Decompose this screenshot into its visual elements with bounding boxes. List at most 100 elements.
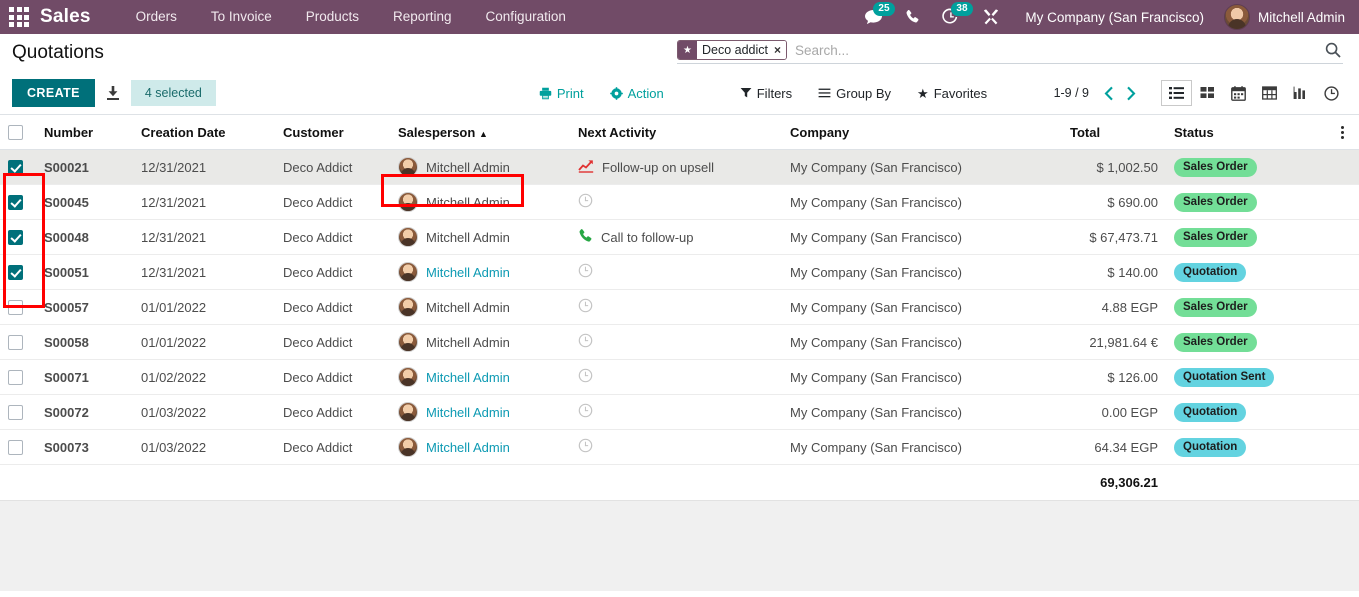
row-select-cell[interactable] xyxy=(0,360,36,395)
groupby-dropdown[interactable]: Group By xyxy=(805,86,904,101)
row-checkbox[interactable] xyxy=(8,335,23,350)
row-select-cell[interactable] xyxy=(0,395,36,430)
search-input[interactable] xyxy=(793,43,1323,58)
cell-next-activity[interactable]: Follow-up on upsell xyxy=(570,150,782,185)
cell-next-activity[interactable] xyxy=(570,255,782,290)
table-row[interactable]: S0005701/01/2022Deco AddictMitchell Admi… xyxy=(0,290,1359,325)
calendar-view-icon[interactable] xyxy=(1223,80,1254,107)
table-row[interactable]: S0004512/31/2021Deco AddictMitchell Admi… xyxy=(0,185,1359,220)
pager-value[interactable]: 1-9 / 9 xyxy=(1054,86,1097,100)
row-checkbox[interactable] xyxy=(8,440,23,455)
favorites-label: Favorites xyxy=(934,86,987,101)
kanban-view-icon[interactable] xyxy=(1192,80,1223,106)
row-select-cell[interactable] xyxy=(0,430,36,465)
tools-wrench-icon[interactable] xyxy=(971,0,1011,34)
cell-next-activity[interactable] xyxy=(570,185,782,220)
clock-icon[interactable] xyxy=(578,438,593,456)
table-row[interactable]: S0005801/01/2022Deco AddictMitchell Admi… xyxy=(0,325,1359,360)
table-row[interactable]: S0005112/31/2021Deco AddictMitchell Admi… xyxy=(0,255,1359,290)
menu-item-configuration[interactable]: Configuration xyxy=(469,0,583,34)
search-facet-deco-addict[interactable]: ★ Deco addict × xyxy=(677,40,787,60)
column-header-total[interactable]: Total xyxy=(1062,115,1166,150)
select-all-header xyxy=(0,115,36,150)
cell-next-activity[interactable] xyxy=(570,430,782,465)
clock-icon[interactable] xyxy=(578,403,593,421)
print-button[interactable]: Print xyxy=(526,86,597,101)
column-header-creation-date[interactable]: Creation Date xyxy=(133,115,275,150)
column-header-number[interactable]: Number xyxy=(36,115,133,150)
row-select-cell[interactable] xyxy=(0,185,36,220)
kebab-menu-icon[interactable] xyxy=(1334,126,1351,139)
table-row[interactable]: S0007201/03/2022Deco AddictMitchell Admi… xyxy=(0,395,1359,430)
row-select-cell[interactable] xyxy=(0,290,36,325)
row-checkbox[interactable] xyxy=(8,160,23,175)
messages-menu[interactable]: 25 xyxy=(853,0,894,34)
cell-next-activity[interactable] xyxy=(570,290,782,325)
row-select-cell[interactable] xyxy=(0,325,36,360)
clock-icon[interactable] xyxy=(578,298,593,316)
clock-icon[interactable] xyxy=(578,333,593,351)
column-header-next-activity[interactable]: Next Activity xyxy=(570,115,782,150)
pivot-view-icon[interactable] xyxy=(1254,80,1285,106)
cell-total: 64.34 EGP xyxy=(1062,430,1166,465)
apps-grid-icon[interactable] xyxy=(8,6,30,28)
menu-item-orders[interactable]: Orders xyxy=(119,0,194,34)
row-checkbox[interactable] xyxy=(8,265,23,280)
quotations-list-view: Number Creation Date Customer Salesperso… xyxy=(0,115,1359,591)
table-row[interactable]: S0007301/03/2022Deco AddictMitchell Admi… xyxy=(0,430,1359,465)
column-header-company[interactable]: Company xyxy=(782,115,1062,150)
menu-item-products[interactable]: Products xyxy=(289,0,376,34)
search-facet-remove-icon[interactable]: × xyxy=(773,41,786,59)
selected-count-chip[interactable]: 4 selected xyxy=(131,80,216,106)
phone-icon[interactable] xyxy=(894,0,931,34)
cell-next-activity[interactable] xyxy=(570,360,782,395)
user-menu[interactable]: Mitchell Admin xyxy=(1218,4,1345,30)
row-checkbox[interactable] xyxy=(8,405,23,420)
row-checkbox[interactable] xyxy=(8,300,23,315)
cell-total: $ 126.00 xyxy=(1062,360,1166,395)
list-view-icon[interactable] xyxy=(1161,80,1192,106)
row-select-cell[interactable] xyxy=(0,255,36,290)
search-icon[interactable] xyxy=(1323,42,1343,58)
cell-next-activity[interactable] xyxy=(570,325,782,360)
menu-item-to-invoice[interactable]: To Invoice xyxy=(194,0,289,34)
cell-next-activity[interactable] xyxy=(570,395,782,430)
company-switcher[interactable]: My Company (San Francisco) xyxy=(1011,10,1218,25)
activity-view-icon[interactable] xyxy=(1316,80,1347,107)
column-header-salesperson[interactable]: Salesperson ▲ xyxy=(390,115,570,150)
column-header-customer[interactable]: Customer xyxy=(275,115,390,150)
table-row[interactable]: S0004812/31/2021Deco AddictMitchell Admi… xyxy=(0,220,1359,255)
clock-icon[interactable] xyxy=(578,193,593,211)
pager-previous-button[interactable] xyxy=(1097,86,1120,101)
activities-menu[interactable]: 38 xyxy=(931,0,971,34)
phone-icon[interactable] xyxy=(578,228,593,246)
pager-next-button[interactable] xyxy=(1120,86,1143,101)
activities-badge: 38 xyxy=(951,2,972,16)
optional-columns-header[interactable] xyxy=(1326,115,1359,150)
clock-icon[interactable] xyxy=(578,368,593,386)
filters-dropdown[interactable]: Filters xyxy=(727,86,805,101)
row-select-cell[interactable] xyxy=(0,220,36,255)
import-download-icon[interactable] xyxy=(95,85,131,101)
table-row[interactable]: S0007101/02/2022Deco AddictMitchell Admi… xyxy=(0,360,1359,395)
cell-next-activity[interactable]: Call to follow-up xyxy=(570,220,782,255)
cell-customer: Deco Addict xyxy=(275,325,390,360)
clock-icon[interactable] xyxy=(578,263,593,281)
action-button[interactable]: Action xyxy=(597,86,677,101)
app-brand-sales[interactable]: Sales xyxy=(40,6,91,28)
row-checkbox[interactable] xyxy=(8,230,23,245)
favorites-dropdown[interactable]: ★ Favorites xyxy=(904,86,1000,101)
create-button[interactable]: CREATE xyxy=(12,79,95,107)
select-all-checkbox[interactable] xyxy=(8,125,23,140)
row-select-cell[interactable] xyxy=(0,150,36,185)
graph-view-icon[interactable] xyxy=(1285,80,1316,106)
cell-company: My Company (San Francisco) xyxy=(782,150,1062,185)
menu-item-reporting[interactable]: Reporting xyxy=(376,0,469,34)
salesperson-name: Mitchell Admin xyxy=(426,405,510,420)
cell-company: My Company (San Francisco) xyxy=(782,255,1062,290)
row-checkbox[interactable] xyxy=(8,195,23,210)
column-header-status[interactable]: Status xyxy=(1166,115,1326,150)
table-row[interactable]: S0002112/31/2021Deco AddictMitchell Admi… xyxy=(0,150,1359,185)
upsell-chart-icon[interactable] xyxy=(578,159,594,176)
row-checkbox[interactable] xyxy=(8,370,23,385)
